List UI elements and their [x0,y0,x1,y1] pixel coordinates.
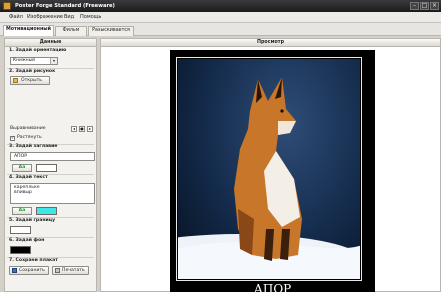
text-font-button[interactable]: Aa [12,207,32,215]
align-center-button[interactable]: ● [79,126,85,132]
app-icon [3,2,11,10]
save-icon [12,268,17,273]
title-section-title: 3. Задай заглавие [9,144,58,149]
text-section-title: 4. Задай текст [9,175,48,180]
save-label: Сохранить [19,268,45,273]
poster-title-input[interactable]: АПОР [10,152,95,161]
close-button[interactable]: × [430,2,439,10]
align-left-button[interactable]: ◂ [71,126,77,132]
background-section-title: 6. Задай фон [9,238,45,243]
background-color-swatch[interactable] [10,246,31,254]
border-color-swatch[interactable] [10,226,31,234]
printer-icon [55,268,60,273]
preview-panel-header: Просмотр [101,39,440,47]
window-title: Poster Forge Standard (Freeware) [15,3,115,9]
border-section-title: 5. Задай границу [9,218,56,223]
orientation-value: Книжный [13,58,35,63]
save-section-title: 7. Сохрани плакат [9,258,58,263]
align-right-button[interactable]: ▸ [87,126,93,132]
stretch-checkbox[interactable]: ✓ [10,136,15,141]
tab-motivational[interactable]: Мотивационный [3,25,54,36]
fox-image [177,77,361,280]
menu-file[interactable]: Файл [9,14,23,21]
poster-title-text: АПОР [253,282,292,292]
minimize-button[interactable]: – [410,2,419,10]
poster-text-area[interactable]: карепльке впивыр [10,183,95,204]
picture-section-title: 2. Задай рисунок [9,69,56,74]
orientation-select[interactable]: Книжный ▾ [10,57,58,65]
save-button[interactable]: Сохранить [9,266,49,275]
poster-preview: АПОР [170,50,375,292]
window-titlebar: Poster Forge Standard (Freeware) – □ × [0,0,441,12]
poster-text-value: карепльке впивыр [14,185,40,195]
stretch-label: Растянуть [17,135,42,140]
chevron-down-icon: ▾ [50,58,57,64]
menu-bar: Файл Изображение Вид Помощь [0,12,441,23]
poster-image-frame [176,57,362,281]
menu-help[interactable]: Помощь [80,14,101,21]
alignment-label: Выравнивание [10,126,46,131]
orientation-section-title: 1. Задай ориентацию [9,48,67,53]
menu-image[interactable]: Изображение [27,14,63,21]
title-font-button[interactable]: Aa [12,164,32,172]
poster-title-value: АПОР [14,154,27,159]
open-image-button[interactable]: Открыть [10,76,50,85]
text-color-swatch[interactable] [36,207,57,215]
maximize-button[interactable]: □ [420,2,429,10]
tab-movie[interactable]: Фильм [55,26,87,36]
open-image-label: Открыть [21,78,42,83]
folder-open-icon [13,78,18,83]
print-label: Печатать [62,268,85,273]
preview-panel: Просмотр АПОР [100,38,441,292]
tab-bar: Мотивационный Фильм Разыскивается [0,23,441,36]
poster-photo [177,59,361,280]
title-color-swatch[interactable] [36,164,57,172]
tab-wanted[interactable]: Разыскивается [88,26,134,36]
menu-view[interactable]: Вид [64,14,74,21]
data-panel-header: Данные [5,39,96,47]
data-panel: Данные 1. Задай ориентацию Книжный ▾ 2. … [4,38,97,292]
print-button[interactable]: Печатать [52,266,89,275]
